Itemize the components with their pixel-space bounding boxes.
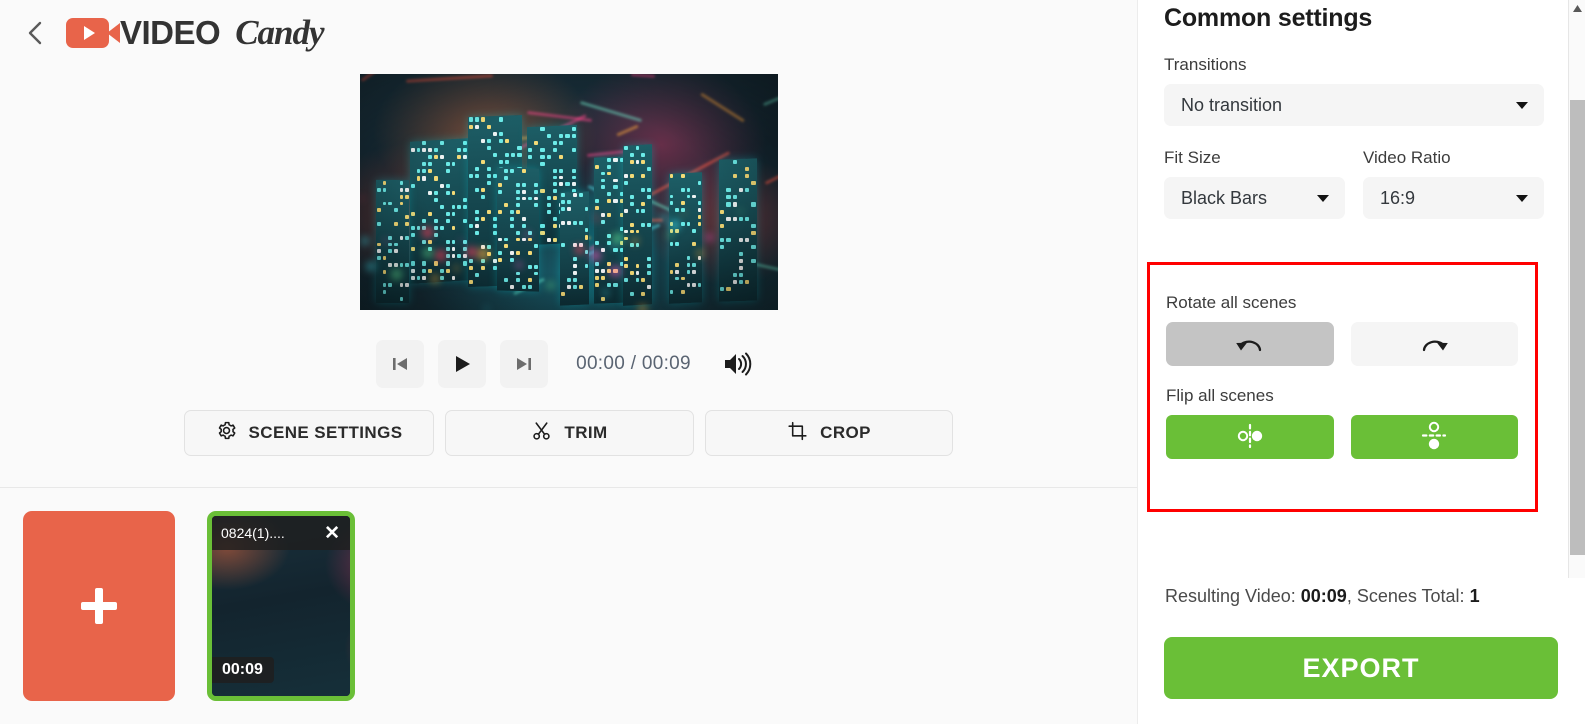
transitions-value: No transition xyxy=(1181,94,1283,115)
flip-vertical-button[interactable] xyxy=(1350,415,1518,459)
caret-up-icon[interactable] xyxy=(1569,0,1585,17)
editor-area: VIDEO Candy 00:00 / 00:09 SCENE SETTINGS… xyxy=(0,0,1137,724)
video-camera-icon xyxy=(66,18,120,48)
volume-high-icon[interactable] xyxy=(713,340,761,388)
video-ratio-group: Video Ratio 16:9 xyxy=(1363,126,1544,219)
scenes-total: 1 xyxy=(1469,586,1480,606)
chevron-down-icon xyxy=(1516,194,1528,202)
flip-horizontal-button[interactable] xyxy=(1166,415,1334,459)
panel-footer: Resulting Video: 00:09, Scenes Total: 1 … xyxy=(1138,569,1585,724)
chevron-down-icon xyxy=(1516,101,1528,109)
rotate-left-button[interactable] xyxy=(1166,322,1334,366)
app-logo[interactable]: VIDEO Candy xyxy=(66,13,325,53)
video-preview[interactable] xyxy=(359,74,778,310)
rotate-clockwise-icon xyxy=(1419,331,1449,358)
resulting-video-summary: Resulting Video: 00:09, Scenes Total: 1 xyxy=(1164,569,1560,607)
export-button[interactable]: EXPORT xyxy=(1164,637,1558,699)
time-display: 00:00 / 00:09 xyxy=(576,353,691,374)
close-x-icon[interactable]: ✕ xyxy=(320,521,344,546)
video-ratio-select[interactable]: 16:9 xyxy=(1363,177,1544,219)
fit-size-value: Black Bars xyxy=(1181,187,1268,208)
crop-label: CROP xyxy=(820,423,871,442)
result-prefix: Resulting Video: xyxy=(1165,586,1301,606)
video-ratio-value: 16:9 xyxy=(1380,187,1416,208)
transitions-select[interactable]: No transition xyxy=(1164,84,1544,126)
skip-previous-icon[interactable] xyxy=(376,340,425,388)
scene-settings-label: SCENE SETTINGS xyxy=(248,423,403,442)
rotate-counterclockwise-icon xyxy=(1235,331,1265,358)
play-icon[interactable] xyxy=(438,340,487,388)
crop-button[interactable]: CROP xyxy=(705,410,953,456)
fit-size-select[interactable]: Black Bars xyxy=(1164,177,1345,219)
page-title: Common settings xyxy=(1164,4,1373,32)
crop-icon xyxy=(787,420,808,447)
result-duration: 00:09 xyxy=(1300,586,1347,606)
scene-thumbnail-card[interactable]: 0824(1).... ✕ 00:09 xyxy=(207,511,355,701)
scene-action-buttons: SCENE SETTINGS TRIM CROP xyxy=(0,410,1137,456)
timeline-strip: 0824(1).... ✕ 00:09 xyxy=(0,488,1137,724)
flip-buttons-row xyxy=(1166,415,1518,459)
plus-icon xyxy=(81,588,117,624)
flip-all-scenes-label: Flip all scenes xyxy=(1166,386,1274,405)
video-ratio-label: Video Ratio xyxy=(1363,148,1451,167)
scene-filename: 0824(1).... xyxy=(221,525,285,541)
chevron-down-icon xyxy=(1317,194,1329,202)
video-preview-container xyxy=(0,74,1137,310)
fit-size-label: Fit Size xyxy=(1164,148,1221,167)
scene-card-topbar: 0824(1).... ✕ xyxy=(212,516,350,550)
scissors-icon xyxy=(531,420,552,447)
scrollbar-thumb[interactable] xyxy=(1570,100,1585,555)
app-header: VIDEO Candy xyxy=(0,0,1137,66)
fit-size-group: Fit Size Black Bars xyxy=(1164,126,1345,219)
gear-icon xyxy=(216,420,237,446)
trim-button[interactable]: TRIM xyxy=(445,410,694,456)
rotate-flip-highlight-group: Rotate all scenes Flip all scenes xyxy=(1147,262,1538,512)
chevron-left-icon[interactable] xyxy=(22,20,48,46)
flip-horizontal-icon xyxy=(1230,423,1270,452)
rotate-right-button[interactable] xyxy=(1350,322,1518,366)
logo-text-primary: VIDEO xyxy=(120,14,221,51)
skip-next-icon[interactable] xyxy=(500,340,549,388)
fit-ratio-row: Fit Size Black Bars Video Ratio 16:9 xyxy=(1164,126,1544,219)
trim-label: TRIM xyxy=(564,423,608,442)
scene-duration-badge: 00:09 xyxy=(212,657,274,683)
player-controls: 00:00 / 00:09 xyxy=(0,340,1137,388)
video-editor-app: VIDEO Candy 00:00 / 00:09 SCENE SETTINGS… xyxy=(0,0,1585,724)
rotate-all-scenes-label: Rotate all scenes xyxy=(1166,293,1297,312)
flip-vertical-icon xyxy=(1421,416,1447,459)
rotate-buttons-row xyxy=(1166,322,1518,366)
result-middle: , Scenes Total: xyxy=(1346,586,1470,606)
panel-scrollbar[interactable] xyxy=(1568,0,1585,578)
logo-text-secondary: Candy xyxy=(235,13,324,52)
add-scene-button[interactable] xyxy=(23,511,175,701)
transitions-label: Transitions xyxy=(1164,55,1247,74)
scene-settings-button[interactable]: SCENE SETTINGS xyxy=(184,410,434,456)
